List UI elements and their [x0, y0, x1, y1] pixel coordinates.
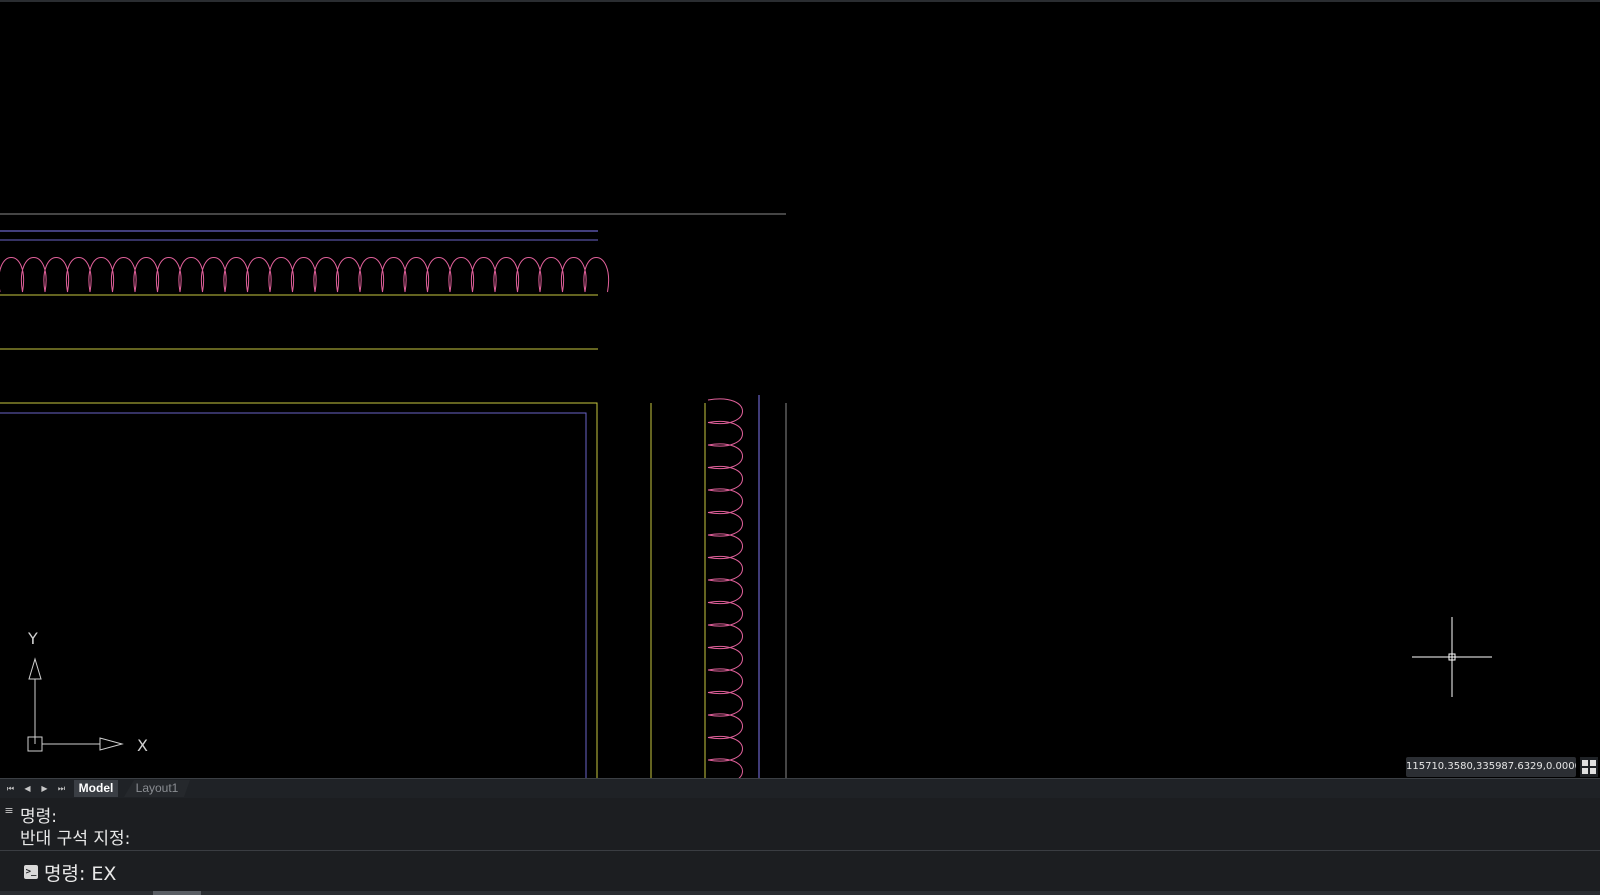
- command-input-area[interactable]: >_ 명령: EX: [0, 851, 1600, 891]
- command-prompt[interactable]: 명령: EX: [44, 859, 116, 886]
- prev-tab-button[interactable]: ◀: [20, 781, 35, 796]
- ucs-y-label: Y: [27, 629, 38, 648]
- command-line-handle[interactable]: ≡: [2, 804, 16, 848]
- insulation-loops-h: [0, 257, 610, 293]
- drawing-canvas[interactable]: Y X: [0, 2, 1600, 778]
- insulation-loops-v: [707, 398, 743, 778]
- drawing-viewport[interactable]: Y X 115710.3580,335987.6329,0.0000: [0, 2, 1600, 778]
- layout-tab-bar: ⏮ ◀ ▶ ⏭ Model Layout1: [0, 778, 1600, 798]
- crosshair-cursor-icon: [1412, 617, 1492, 697]
- horizontal-insulation: [0, 257, 610, 293]
- coordinate-readout: 115710.3580,335987.6329,0.0000: [1406, 757, 1576, 777]
- ucs-axis-icon: [27, 657, 124, 752]
- command-history: ≡ 명령: 반대 구석 지정:: [0, 798, 1600, 851]
- history-line: 반대 구석 지정:: [20, 829, 131, 849]
- next-tab-button[interactable]: ▶: [37, 781, 52, 796]
- tab-model[interactable]: Model: [74, 780, 118, 797]
- vertical-insulation: [707, 398, 743, 778]
- status-indicator: [153, 891, 201, 895]
- grid-toggle-icon[interactable]: [1580, 757, 1598, 777]
- ucs-x-label: X: [137, 736, 148, 755]
- bottom-status-strip: [0, 891, 1600, 895]
- tab-layout1[interactable]: Layout1: [124, 780, 190, 797]
- blue-frame: [0, 412, 587, 778]
- first-tab-button[interactable]: ⏮: [3, 781, 18, 796]
- yellow-frame: [0, 402, 598, 778]
- cad-application: Y X 115710.3580,335987.6329,0.0000 ⏮ ◀ ▶…: [0, 0, 1600, 895]
- command-prompt-icon: >_: [24, 865, 38, 879]
- last-tab-button[interactable]: ⏭: [54, 781, 69, 796]
